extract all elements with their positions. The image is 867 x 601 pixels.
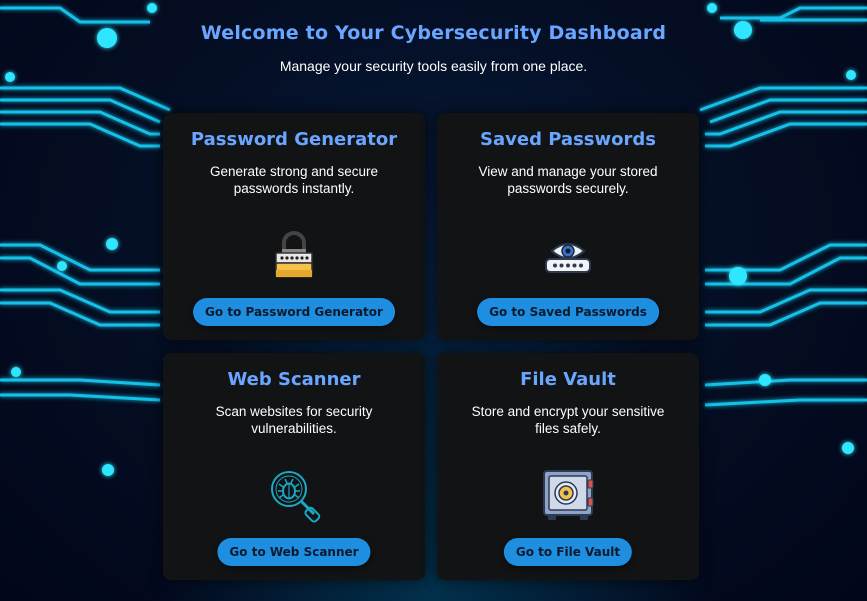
card-description: View and manage your stored passwords se… <box>478 164 658 196</box>
saved-passwords-card: Saved Passwords View and manage your sto… <box>437 113 699 340</box>
password-generator-card: Password Generator Generate strong and s… <box>163 113 425 340</box>
card-description: Generate strong and secure passwords ins… <box>209 164 379 196</box>
bug-magnifier-icon <box>271 471 321 523</box>
go-to-saved-passwords-button[interactable]: Go to Saved Passwords <box>477 298 659 326</box>
header: Welcome to Your Cybersecurity Dashboard … <box>0 0 867 74</box>
go-to-file-vault-button[interactable]: Go to File Vault <box>503 538 633 566</box>
go-to-web-scanner-button[interactable]: Go to Web Scanner <box>217 538 371 566</box>
page-title: Welcome to Your Cybersecurity Dashboard <box>200 22 667 44</box>
tools-grid: Password Generator Generate strong and s… <box>163 113 699 580</box>
vault-safe-icon <box>543 470 594 520</box>
eye-password-icon <box>545 243 591 273</box>
card-description: Store and encrypt your sensitive files s… <box>471 404 665 436</box>
web-scanner-card: Web Scanner Scan websites for security v… <box>163 353 425 580</box>
file-vault-card: File Vault Store and encrypt your sensit… <box>437 353 699 580</box>
go-to-password-generator-button[interactable]: Go to Password Generator <box>193 298 395 326</box>
card-description: Scan websites for security vulnerabiliti… <box>215 404 373 436</box>
card-title: Saved Passwords <box>480 129 656 150</box>
padlock-icon <box>275 231 313 278</box>
page-subtitle: Manage your security tools easily from o… <box>279 58 588 74</box>
card-title: Web Scanner <box>227 369 361 390</box>
card-title: Password Generator <box>190 129 398 150</box>
card-title: File Vault <box>520 369 616 390</box>
